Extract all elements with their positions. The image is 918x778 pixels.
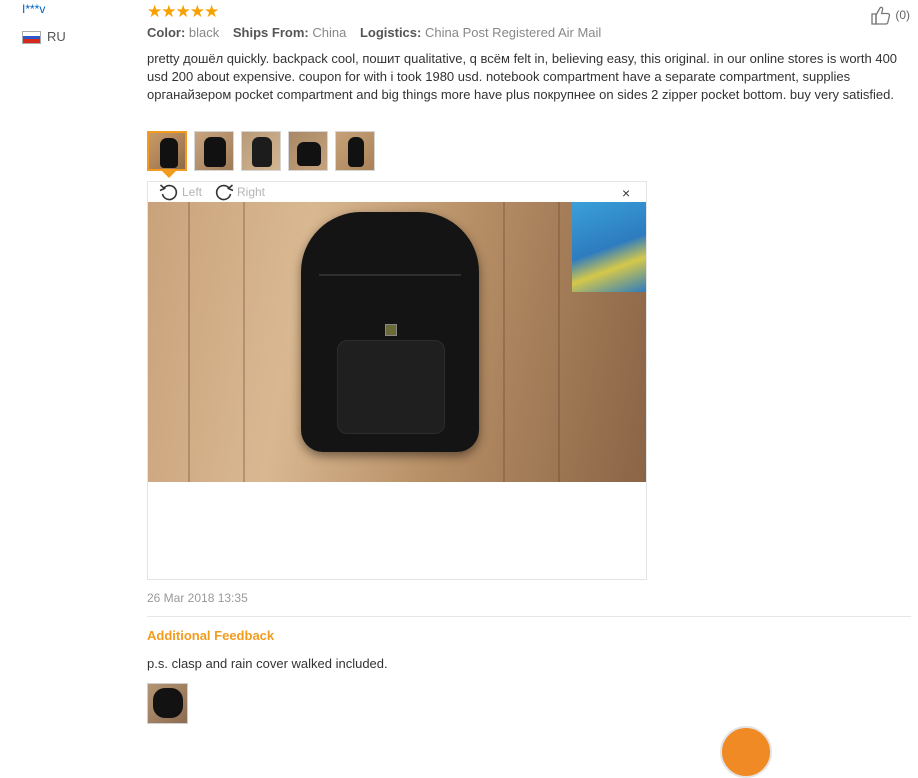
floating-action-button[interactable] (720, 726, 772, 778)
thumbs-up-icon (871, 6, 891, 25)
country-flag-icon (22, 31, 41, 44)
additional-feedback-title: Additional Feedback (147, 628, 275, 643)
active-thumbnail-indicator (162, 171, 176, 178)
color-value: black (188, 25, 220, 40)
review-thumbnails (147, 131, 375, 171)
rotate-left-label: Left (182, 185, 203, 199)
additional-feedback-text: p.s. clasp and rain cover walked include… (147, 656, 388, 671)
backpack-image (301, 212, 479, 452)
ships-from-value: China (312, 25, 347, 40)
rotate-right-icon (215, 184, 234, 201)
color-label: Color: (147, 25, 186, 40)
divider (147, 616, 911, 617)
review-thumbnail[interactable] (147, 131, 187, 171)
reviewer-country: RU (47, 29, 66, 44)
rotate-right-label: Right (237, 185, 266, 199)
review-date: 26 Mar 2018 13:35 (147, 591, 248, 605)
review-thumbnail[interactable] (241, 131, 281, 171)
rotate-left-button[interactable]: Left (159, 182, 202, 202)
reviewer-name[interactable]: I***v (22, 2, 45, 16)
ships-from-label: Ships From: (232, 25, 309, 40)
close-viewer-button[interactable]: × (622, 185, 630, 201)
rotate-right-button[interactable]: Right (214, 182, 265, 202)
rotate-left-icon (159, 184, 178, 201)
review-text: pretty дошёл quickly. backpack cool, пош… (147, 51, 898, 103)
review-thumbnail[interactable] (335, 131, 375, 171)
order-info: Color: black Ships From: China Logistics… (147, 25, 611, 40)
review-thumbnail[interactable] (194, 131, 234, 171)
logistics-label: Logistics: (359, 25, 422, 40)
helpful-count: (0) (895, 8, 910, 22)
additional-feedback-thumbnail[interactable] (147, 683, 188, 724)
review-photo-large (148, 202, 646, 482)
helpful-button[interactable]: (0) (870, 5, 910, 25)
review-thumbnail[interactable] (288, 131, 328, 171)
star-rating: ★★★★★ (147, 2, 219, 21)
logistics-value: China Post Registered Air Mail (424, 25, 602, 40)
